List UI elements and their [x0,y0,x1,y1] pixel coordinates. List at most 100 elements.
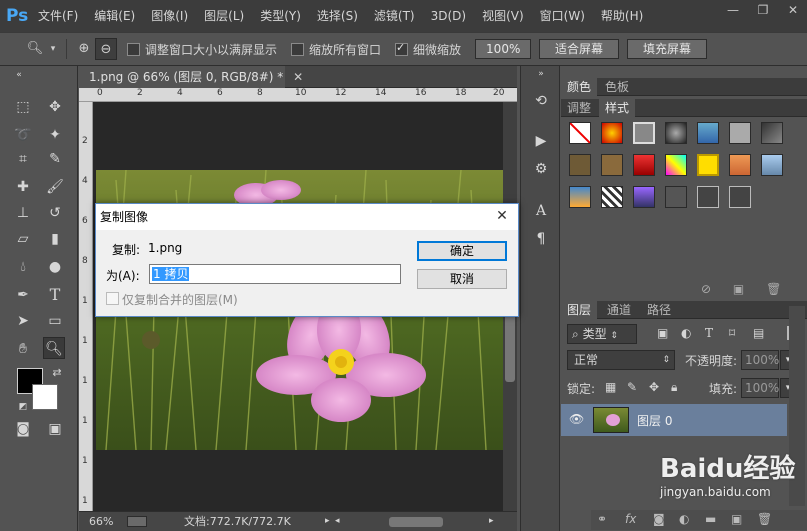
gradient-tool-icon[interactable]: ▮ [44,228,66,250]
zoom-100-button[interactable]: 100% [475,39,532,59]
properties-panel-icon[interactable]: ⚙ [530,158,552,180]
zoom-all-checkbox[interactable] [291,42,305,56]
type-tool-icon[interactable]: T [44,284,66,306]
brush-tool-icon[interactable]: 🖌︎ [44,176,66,198]
move-tool-icon[interactable]: ✥ [44,96,66,118]
style-none-swatch[interactable] [569,122,591,144]
layer-filter-select[interactable]: ⌕ 类型 ⇕ [567,324,637,344]
swap-colors-icon[interactable]: ⇄ [46,362,68,384]
style-swatch[interactable] [729,122,751,144]
style-swatch[interactable] [601,122,623,144]
eraser-tool-icon[interactable]: ▱ [12,228,34,250]
background-color[interactable] [32,384,58,410]
menu-3d[interactable]: 3D(D) [423,0,474,32]
zoom-in-icon[interactable]: ⊕ [73,38,95,60]
style-swatch[interactable] [729,186,751,208]
cancel-button[interactable]: 取消 [417,269,507,289]
rectangle-tool-icon[interactable]: ▭ [44,310,66,332]
tab-swatches[interactable]: 色板 [599,78,635,96]
style-swatch[interactable] [633,122,655,144]
lasso-tool-icon[interactable]: ➰ [12,124,34,146]
lock-pixels-icon[interactable]: ✎ [627,380,637,394]
tab-styles[interactable]: 样式 [599,99,636,117]
collapse-arrows-icon[interactable]: « [8,70,30,80]
style-swatch[interactable] [633,186,655,208]
clear-style-icon[interactable]: ⊘ [701,282,711,296]
stamp-tool-icon[interactable]: ⊥ [12,202,34,224]
style-swatch[interactable] [761,122,783,144]
quick-mask-icon[interactable]: ◙ [12,418,34,440]
duplicate-name-input[interactable]: 1 拷贝 [149,264,401,284]
style-swatch[interactable] [569,154,591,176]
link-layers-icon[interactable]: ⚭ [597,512,607,526]
minimize-icon[interactable]: — [718,0,748,20]
zoom-tool-icon[interactable]: 🔍︎ [24,38,46,60]
merged-only-checkbox[interactable] [106,292,119,305]
crop-tool-icon[interactable]: ⌗ [12,148,34,170]
menu-view[interactable]: 视图(V) [474,0,532,32]
style-swatch[interactable] [665,122,687,144]
resize-windows-checkbox[interactable] [127,42,140,56]
delete-style-icon[interactable]: 🗑︎ [766,282,781,296]
style-swatch[interactable] [665,154,687,176]
fill-input[interactable]: 100% [741,378,779,398]
menu-window[interactable]: 窗口(W) [532,0,593,32]
paragraph-panel-icon[interactable]: ¶ [530,228,552,250]
hand-tool-icon[interactable]: ✋︎ [12,338,34,360]
zoom-level[interactable]: 66% [89,512,113,531]
menu-file[interactable]: 文件(F) [30,0,86,32]
close-icon[interactable]: ✕ [778,0,807,20]
collapse-arrows-icon[interactable]: » [530,68,552,80]
style-swatch[interactable] [729,154,751,176]
menu-help[interactable]: 帮助(H) [593,0,651,32]
document-tab[interactable]: 1.png @ 66% (图层 0, RGB/8#) * ✕ [79,66,303,88]
healing-brush-tool-icon[interactable]: ✚ [12,176,34,198]
path-select-tool-icon[interactable]: ➤ [12,310,34,332]
layer-name[interactable]: 图层 0 [637,412,672,429]
zoom-out-icon[interactable]: ⊖ [95,38,117,60]
layer-row[interactable]: 👁︎ 图层 0 [561,404,787,436]
style-swatch[interactable] [761,154,783,176]
menu-edit[interactable]: 编辑(E) [86,0,143,32]
new-style-icon[interactable]: ▣ [733,282,744,296]
filter-pixel-icon[interactable]: ▣ [657,326,668,340]
character-panel-icon[interactable]: A [530,200,552,222]
tab-layers[interactable]: 图层 [561,301,598,319]
tab-close-icon[interactable]: ✕ [293,70,303,84]
scroll-right-icon[interactable]: ▸ [489,512,494,531]
status-arrow-icon[interactable]: ▸ [325,512,330,531]
eyedropper-tool-icon[interactable]: ✎ [44,148,66,170]
menu-type[interactable]: 类型(Y) [252,0,309,32]
chevron-down-icon[interactable]: ▾ [46,38,60,60]
ok-button[interactable]: 确定 [417,241,507,261]
blur-tool-icon[interactable]: 💧︎ [12,256,34,278]
pen-tool-icon[interactable]: ✒ [12,284,34,306]
close-icon[interactable]: ✕ [492,206,512,226]
filter-smart-icon[interactable]: ▤ [753,326,764,340]
menu-select[interactable]: 选择(S) [309,0,366,32]
style-swatch[interactable] [601,154,623,176]
magic-wand-tool-icon[interactable]: ✦ [44,124,66,146]
style-swatch[interactable] [665,186,687,208]
menu-image[interactable]: 图像(I) [143,0,196,32]
maximize-icon[interactable]: ❐ [748,0,778,20]
style-swatch[interactable] [569,186,591,208]
zoom-tool-active-icon[interactable]: 🔍︎ [43,337,65,359]
fit-screen-button[interactable]: 适合屏幕 [539,39,620,59]
status-icon[interactable] [127,516,147,527]
screen-mode-icon[interactable]: ▣ [44,418,66,440]
filter-shape-icon[interactable]: ⌑ [729,326,735,340]
menu-filter[interactable]: 滤镜(T) [366,0,423,32]
marquee-tool-icon[interactable]: ⬚ [12,96,34,118]
style-swatch[interactable] [697,122,719,144]
actions-panel-icon[interactable]: ▶ [530,130,552,152]
style-swatch[interactable] [697,186,719,208]
horizontal-scrollbar-thumb[interactable] [389,517,443,527]
history-panel-icon[interactable]: ⟲ [530,90,552,112]
tab-color[interactable]: 颜色 [561,78,598,96]
default-colors-icon[interactable]: ◩ [12,396,34,418]
tab-paths[interactable]: 路径 [641,301,677,319]
style-swatch[interactable] [633,154,655,176]
scroll-left-icon[interactable]: ◂ [335,512,340,531]
dodge-tool-icon[interactable]: ● [44,256,66,278]
